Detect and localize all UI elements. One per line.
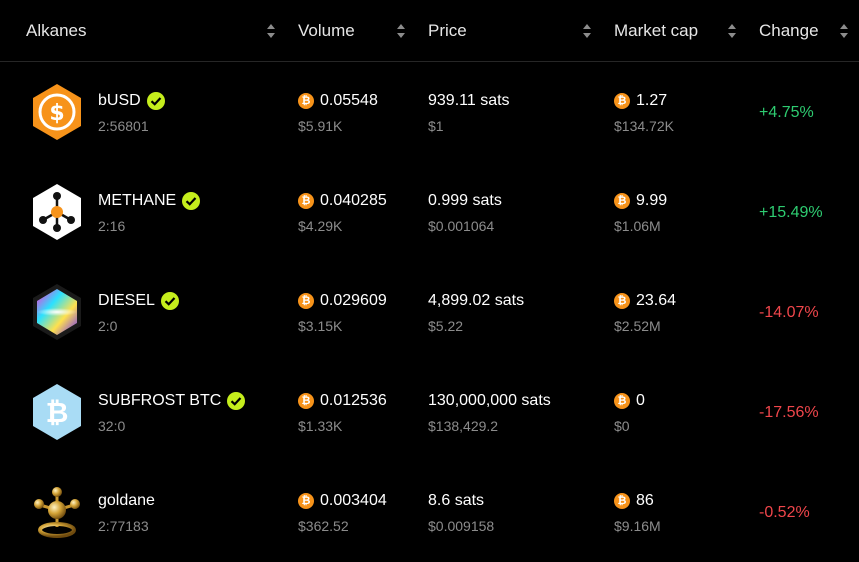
bitcoin-icon: ₿	[614, 493, 630, 509]
svg-text:₿: ₿	[46, 396, 69, 429]
token-id: 32:0	[98, 418, 126, 434]
header-volume[interactable]: Volume	[298, 20, 355, 42]
sort-arrows-icon[interactable]	[266, 22, 276, 40]
price-sats: 130,000,000 sats	[428, 392, 551, 409]
price-usd: $5.22	[428, 318, 464, 334]
volume-usd: $5.91K	[298, 118, 343, 134]
bitcoin-icon: ₿	[298, 393, 314, 409]
dollar-coin-icon: $	[28, 83, 86, 141]
molecule-icon	[28, 183, 86, 241]
table-row[interactable]: METHANE 2:16 ₿ 0.040285 $4.29K 0.999 sat…	[0, 162, 859, 262]
token-id: 2:16	[98, 218, 126, 234]
market-cap-usd: $1.06M	[614, 218, 661, 234]
table-row[interactable]: $ bUSD 2:56801 ₿ 0.05548 $5.91K 939.11 s…	[0, 62, 859, 162]
market-cap-value: 23.64	[636, 292, 677, 309]
change-value: -17.56%	[759, 404, 819, 421]
sort-arrows-icon[interactable]	[727, 22, 737, 40]
bitcoin-icon: ₿	[614, 393, 630, 409]
market-cap-usd: $134.72K	[614, 118, 674, 134]
bitcoin-icon: ₿	[298, 293, 314, 309]
sort-arrows-icon[interactable]	[396, 22, 406, 40]
token-name[interactable]: DIESEL	[98, 291, 155, 311]
price-usd: $1	[428, 118, 444, 134]
market-cap-usd: $9.16M	[614, 518, 661, 534]
volume-usd: $362.52	[298, 518, 349, 534]
alkanes-table: Alkanes Volume Price Market cap Change $	[0, 0, 859, 559]
price-sats: 4,899.02 sats	[428, 292, 525, 309]
market-cap-value: 1.27	[636, 92, 668, 109]
sort-arrows-icon[interactable]	[839, 22, 849, 40]
bitcoin-icon: ₿	[298, 193, 314, 209]
header-change[interactable]: Change	[759, 20, 819, 42]
table-row[interactable]: ₿ SUBFROST BTC 32:0 ₿ 0.012536 $1.33K 13…	[0, 362, 859, 462]
volume-usd: $3.15K	[298, 318, 343, 334]
change-value: +15.49%	[759, 204, 823, 221]
bitcoin-icon: ₿	[298, 93, 314, 109]
token-name[interactable]: goldane	[98, 491, 155, 511]
bitcoin-icon: ₿	[614, 193, 630, 209]
volume-value: 0.040285	[320, 192, 387, 209]
token-name[interactable]: SUBFROST BTC	[98, 391, 221, 411]
market-cap-usd: $2.52M	[614, 318, 661, 334]
prism-icon	[28, 283, 86, 341]
bitcoin-icon: ₿	[614, 293, 630, 309]
svg-text:$: $	[49, 101, 64, 126]
header-alkanes[interactable]: Alkanes	[26, 20, 86, 42]
header-market-cap[interactable]: Market cap	[614, 20, 698, 42]
table-row[interactable]: goldane 2:77183 ₿ 0.003404 $362.52 8.6 s…	[0, 462, 859, 562]
token-id: 2:77183	[98, 518, 149, 534]
bitcoin-icon: ₿	[298, 493, 314, 509]
market-cap-usd: $0	[614, 418, 630, 434]
price-sats: 939.11 sats	[428, 92, 510, 109]
volume-usd: $1.33K	[298, 418, 343, 434]
token-name[interactable]: METHANE	[98, 191, 176, 211]
table-header: Alkanes Volume Price Market cap Change	[0, 0, 859, 62]
bitcoin-hexagon-icon: ₿	[28, 383, 86, 441]
header-price[interactable]: Price	[428, 20, 467, 42]
market-cap-value: 0	[636, 392, 645, 409]
volume-value: 0.003404	[320, 492, 387, 509]
price-usd: $0.001064	[428, 218, 495, 234]
verified-check-icon	[227, 392, 246, 410]
volume-usd: $4.29K	[298, 218, 343, 234]
gold-molecule-icon	[28, 483, 86, 541]
verified-check-icon	[160, 292, 179, 310]
volume-value: 0.05548	[320, 92, 378, 109]
bitcoin-icon: ₿	[614, 93, 630, 109]
price-sats: 8.6 sats	[428, 492, 485, 509]
verified-check-icon	[146, 92, 165, 110]
volume-value: 0.012536	[320, 392, 387, 409]
price-sats: 0.999 sats	[428, 192, 502, 209]
change-value: -14.07%	[759, 304, 819, 321]
market-cap-value: 86	[636, 492, 654, 509]
price-usd: $138,429.2	[428, 418, 499, 434]
verified-check-icon	[182, 192, 201, 210]
sort-arrows-icon[interactable]	[582, 22, 592, 40]
market-cap-value: 9.99	[636, 192, 668, 209]
token-id: 2:56801	[98, 118, 149, 134]
token-name[interactable]: bUSD	[98, 91, 141, 111]
change-value: -0.52%	[759, 504, 810, 521]
table-row[interactable]: DIESEL 2:0 ₿ 0.029609 $3.15K 4,899.02 sa…	[0, 262, 859, 362]
price-usd: $0.009158	[428, 518, 495, 534]
token-id: 2:0	[98, 318, 118, 334]
change-value: +4.75%	[759, 104, 814, 121]
volume-value: 0.029609	[320, 292, 387, 309]
